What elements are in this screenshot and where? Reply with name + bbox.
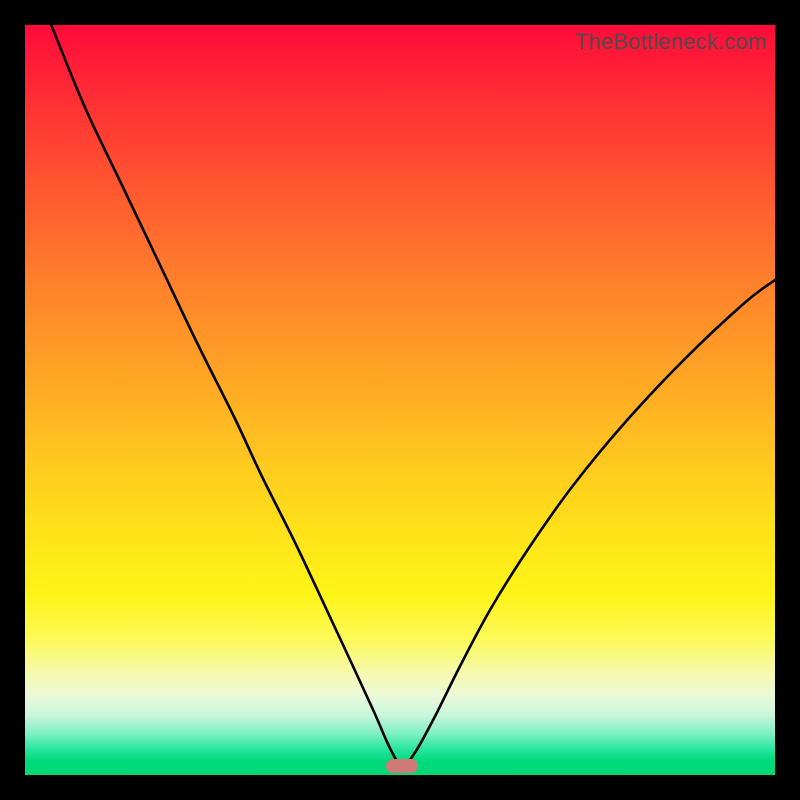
minimum-marker xyxy=(386,759,418,773)
chart-frame: TheBottleneck.com xyxy=(0,0,800,800)
bottleneck-curve xyxy=(25,25,775,775)
plot-area: TheBottleneck.com xyxy=(25,25,775,775)
